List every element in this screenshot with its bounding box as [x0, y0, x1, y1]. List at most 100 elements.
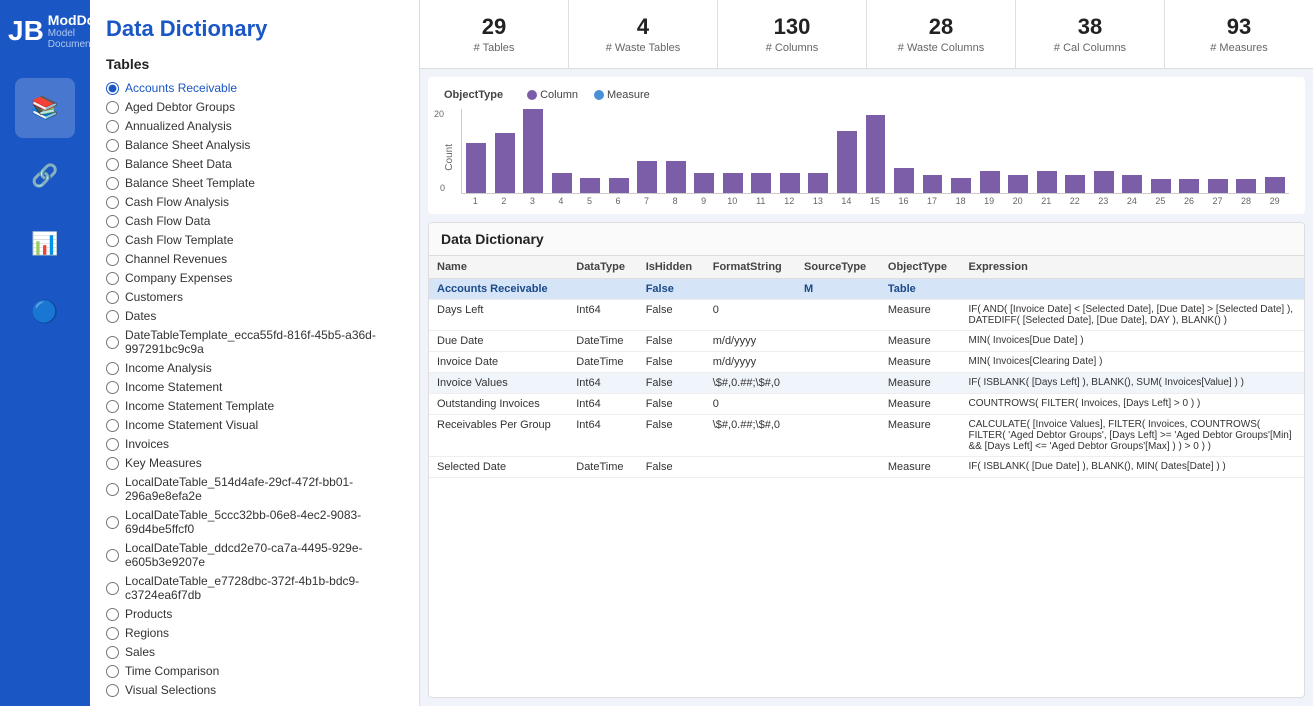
dict-table-wrapper: Data Dictionary NameDataTypeIsHiddenForm…: [428, 222, 1305, 698]
x-label: 27: [1203, 196, 1232, 206]
table-item[interactable]: Invoices: [106, 436, 403, 452]
x-label: 7: [632, 196, 661, 206]
cell-6: IF( ISBLANK( [Days Left] ), BLANK(), SUM…: [960, 373, 1304, 394]
x-label: 22: [1060, 196, 1089, 206]
bar-group: [1260, 109, 1289, 193]
stat-card-3: 28# Waste Columns: [867, 0, 1016, 68]
table-item[interactable]: Accounts Receivable: [106, 80, 403, 96]
main-content: 29# Tables4# Waste Tables130# Columns28#…: [420, 0, 1313, 706]
chart-icon-btn[interactable]: 📊: [15, 214, 75, 274]
stat-number-5: 93: [1173, 14, 1305, 40]
dict-col-header: Expression: [960, 256, 1304, 279]
table-item[interactable]: Dates: [106, 308, 403, 324]
bar-group: [890, 109, 919, 193]
table-item[interactable]: Customers: [106, 289, 403, 305]
cell-2: False: [638, 352, 705, 373]
table-item[interactable]: DateTableTemplate_ecca55fd-816f-45b5-a36…: [106, 327, 403, 357]
cell-2: False: [638, 373, 705, 394]
column-bar: [1037, 171, 1057, 193]
cell-6: MIN( Invoices[Due Date] ): [960, 331, 1304, 352]
table-item[interactable]: Channel Revenues: [106, 251, 403, 267]
cell-0: Selected Date: [429, 457, 568, 478]
bar-group: [947, 109, 976, 193]
table-item[interactable]: Income Statement Template: [106, 398, 403, 414]
link-icon-btn[interactable]: 🔗: [15, 146, 75, 206]
column-bar: [1151, 179, 1171, 193]
table-item[interactable]: LocalDateTable_514d4afe-29cf-472f-bb01-2…: [106, 474, 403, 504]
cell-6: CALCULATE( [Invoice Values], FILTER( Inv…: [960, 415, 1304, 457]
bar-group: [833, 109, 862, 193]
column-bar: [1094, 171, 1114, 193]
objecttype-label: ObjectType: [444, 89, 503, 101]
x-label: 11: [746, 196, 775, 206]
table-item[interactable]: Sales: [106, 644, 403, 660]
table-item[interactable]: LocalDateTable_e7728dbc-372f-4b1b-bdc9-c…: [106, 573, 403, 603]
column-bar: [780, 173, 800, 193]
table-item[interactable]: Regions: [106, 625, 403, 641]
cell-3: 0: [705, 300, 796, 331]
sidebar-icons: JB ModDoc Model Documen t 📚 🔗 📊 🔵: [0, 0, 90, 706]
column-bar: [866, 115, 886, 193]
bar-group: [605, 109, 634, 193]
table-item[interactable]: Balance Sheet Analysis: [106, 137, 403, 153]
x-label: 24: [1118, 196, 1147, 206]
dict-col-header: SourceType: [796, 256, 880, 279]
table-item[interactable]: Cash Flow Data: [106, 213, 403, 229]
table-item[interactable]: Income Statement: [106, 379, 403, 395]
cell-4: [796, 300, 880, 331]
column-bar: [552, 173, 572, 193]
table-item[interactable]: Time Comparison: [106, 663, 403, 679]
bar-group: [975, 109, 1004, 193]
table-item[interactable]: Products: [106, 606, 403, 622]
cell-4: [796, 373, 880, 394]
stat-card-5: 93# Measures: [1165, 0, 1313, 68]
cell-1: Int64: [568, 300, 637, 331]
dict-col-header: Name: [429, 256, 568, 279]
network-icon-btn[interactable]: 🔵: [15, 282, 75, 342]
books-icon-btn[interactable]: 📚: [15, 78, 75, 138]
x-label: 25: [1146, 196, 1175, 206]
table-item[interactable]: LocalDateTable_5ccc32bb-06e8-4ec2-9083-6…: [106, 507, 403, 537]
table-item[interactable]: Cash Flow Template: [106, 232, 403, 248]
measure-dot: [594, 90, 604, 100]
bar-group: [633, 109, 662, 193]
x-label: 21: [1032, 196, 1061, 206]
dict-col-header: DataType: [568, 256, 637, 279]
cell-3: [705, 457, 796, 478]
table-item[interactable]: LocalDateTable_ddcd2e70-ca7a-4495-929e-e…: [106, 540, 403, 570]
dict-col-header: IsHidden: [638, 256, 705, 279]
x-labels: 1234567891011121314151617181920212223242…: [461, 196, 1289, 206]
column-bar: [923, 175, 943, 193]
table-row: Selected DateDateTimeFalseMeasureIF( ISB…: [429, 457, 1304, 478]
column-bar: [1122, 175, 1142, 193]
stat-label-2: # Columns: [726, 42, 858, 54]
table-item[interactable]: Key Measures: [106, 455, 403, 471]
x-label: 3: [518, 196, 547, 206]
stat-card-4: 38# Cal Columns: [1016, 0, 1165, 68]
bar-group: [719, 109, 748, 193]
table-item[interactable]: Income Statement Visual: [106, 417, 403, 433]
cell-1: DateTime: [568, 457, 637, 478]
table-item[interactable]: Annualized Analysis: [106, 118, 403, 134]
cell-3: \$#,0.##;\$#,0: [705, 415, 796, 457]
table-item[interactable]: Income Analysis: [106, 360, 403, 376]
cell-5: Table: [880, 279, 961, 300]
bar-group: [1232, 109, 1261, 193]
table-item[interactable]: Balance Sheet Template: [106, 175, 403, 191]
table-row: Invoice ValuesInt64False\$#,0.##;\$#,0Me…: [429, 373, 1304, 394]
cell-0: Outstanding Invoices: [429, 394, 568, 415]
bar-group: [1118, 109, 1147, 193]
dict-col-header: ObjectType: [880, 256, 961, 279]
table-item[interactable]: Company Expenses: [106, 270, 403, 286]
table-item[interactable]: Aged Debtor Groups: [106, 99, 403, 115]
x-label: 20: [1003, 196, 1032, 206]
cell-5: Measure: [880, 373, 961, 394]
table-item[interactable]: Cash Flow Analysis: [106, 194, 403, 210]
table-item[interactable]: Visual Selections: [106, 682, 403, 698]
stat-number-1: 4: [577, 14, 709, 40]
table-item[interactable]: Balance Sheet Data: [106, 156, 403, 172]
x-label: 23: [1089, 196, 1118, 206]
table-row: Outstanding InvoicesInt64False0MeasureCO…: [429, 394, 1304, 415]
stat-number-2: 130: [726, 14, 858, 40]
cell-4: [796, 457, 880, 478]
